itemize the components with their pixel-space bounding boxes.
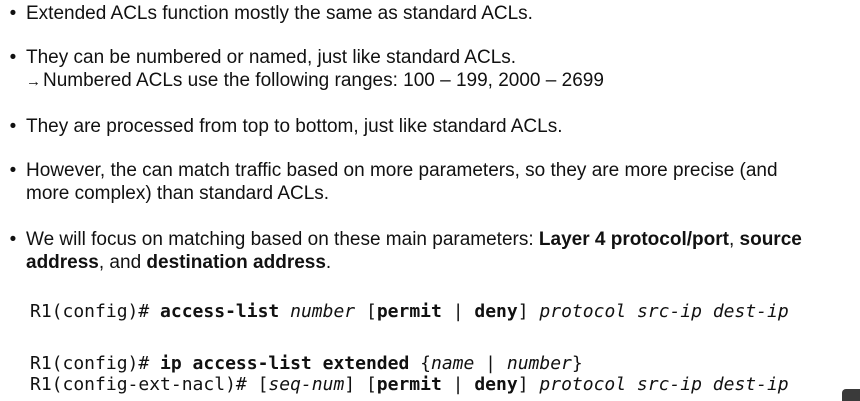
bullet-text-line-1: We will focus on matching based on these… [26,228,856,251]
cli-pipe: | [474,353,507,374]
cli-args: protocol src-ip dest-ip [539,374,789,395]
bullet-dot: • [9,160,17,181]
separator: , and [98,252,147,273]
sub-point-text: Numbered ACLs use the following ranges: … [43,70,604,91]
bullet-text: They can be numbered or named, just like… [26,47,517,68]
bullet-text-block: However, the can match traffic based on … [26,159,856,205]
code-named-acl-line-2: R1(config-ext-nacl)# [seq-num] [permit |… [30,374,789,395]
param-source: source [739,229,802,250]
cli-brace: } [571,353,583,374]
param-source-address: address [26,252,99,273]
cli-arg-number: number [506,353,572,374]
corner-tab-decoration [842,389,860,401]
bullet-text-line-1: However, the can match traffic based on … [26,160,778,181]
param-layer4: Layer 4 protocol/port [538,229,729,250]
bullet-text-block: We will focus on matching based on these… [26,228,856,274]
period: . [325,252,332,273]
bullet-text-line-2: address, and destination address. [26,251,856,274]
cli-bracket: ] [517,301,540,322]
cli-keyword-permit: permit [376,374,442,395]
right-arrow-icon: → [26,73,41,90]
cli-pipe: | [441,301,475,322]
code-numbered-acl: R1(config)# access-list number [permit |… [30,301,789,322]
cli-pipe: | [441,374,475,395]
bullet-dot: • [9,116,17,137]
bullet-dot: • [9,47,17,68]
cli-prompt: R1(config-ext-nacl)# [30,374,258,395]
cli-brace: { [409,353,431,374]
cli-keyword-permit: permit [376,301,442,322]
cli-args: protocol src-ip dest-ip [539,301,789,322]
bullet-text-line-2: more complex) than standard ACLs. [26,183,330,204]
cli-bracket: [ [355,301,377,322]
bullet-dot: • [9,3,17,24]
code-named-acl-line-1: R1(config)# ip access-list extended {nam… [30,353,583,374]
bullet-text-prefix: We will focus on matching based on these… [26,229,539,250]
param-destination: destination address [146,252,326,273]
bullet-dot: • [9,229,17,250]
bullet-text: Extended ACLs function mostly the same a… [26,3,533,24]
bullet-text: They are processed from top to bottom, j… [26,116,563,137]
sub-point: → Numbered ACLs use the following ranges:… [26,69,856,93]
cli-prompt: R1(config)# [30,301,161,322]
cli-bracket: [ [257,374,269,395]
cli-arg-seq: seq-num [268,374,345,395]
cli-keyword-deny: deny [474,301,518,322]
cli-command: ip access-list extended [160,353,410,374]
cli-prompt: R1(config)# [30,353,161,374]
cli-arg-name: name [430,353,475,374]
cli-bracket: ] [ [344,374,377,395]
separator: , [728,229,740,250]
cli-arg: number [290,301,356,322]
bullet-text-block: They can be numbered or named, just like… [26,46,856,93]
cli-keyword-deny: deny [474,374,518,395]
cli-command: access-list [160,301,280,322]
cli-bracket: ] [517,374,540,395]
